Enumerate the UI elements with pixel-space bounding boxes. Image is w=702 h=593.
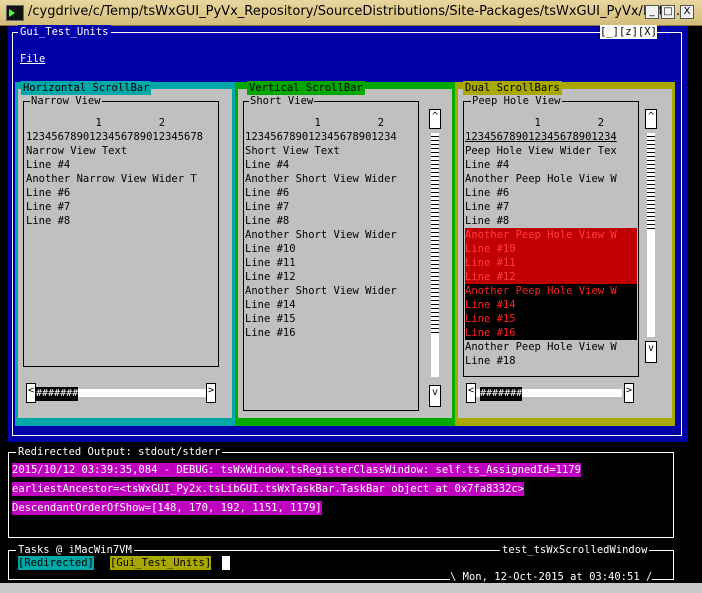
- window-title: /cygdrive/c/Temp/tsWxGUI_PyVx_Repository…: [28, 4, 685, 19]
- view-line: Narrow View Text: [26, 145, 128, 157]
- view-line: 1234567890123456789012345678: [26, 131, 204, 143]
- dual-scroll-left-button[interactable]: <: [466, 383, 476, 403]
- view-line: Line #14: [465, 298, 637, 312]
- peephole-view-title: Peep Hole View: [471, 94, 562, 108]
- view-line: Another Peep Hole View W: [465, 228, 637, 242]
- view-line: Another Peep Hole View W: [465, 341, 617, 353]
- scroll-right-button[interactable]: >: [206, 383, 216, 403]
- dual-horizontal-scroll-thumb[interactable]: #######: [480, 387, 523, 401]
- view-line: Line #7: [245, 201, 290, 213]
- horizontal-panel-body: Narrow View 1 2 1234567890123456789012345…: [18, 89, 232, 418]
- app-title: Gui_Test_Units: [18, 25, 111, 39]
- view-line: 123456789012345678901234: [245, 131, 397, 143]
- view-line: Another Short View Wider: [245, 173, 397, 185]
- view-line: Line #16: [465, 326, 637, 340]
- view-line: Another Short View Wider: [245, 285, 397, 297]
- scroll-up-button[interactable]: ^: [429, 109, 441, 129]
- taskbar-title: Tasks @ iMacWin7VM: [16, 543, 134, 557]
- terminal-icon: [6, 5, 24, 21]
- view-line: Line #8: [26, 215, 71, 227]
- view-line: Peep Hole View Wider Tex: [465, 145, 617, 157]
- dual-panel-body: Peep Hole View 1 2 1234567890123456789012…: [458, 89, 672, 418]
- view-line: Line #4: [245, 159, 290, 171]
- scroll-left-button[interactable]: <: [26, 383, 36, 403]
- view-line: Line #11: [245, 257, 296, 269]
- taskbar-cursor: [222, 556, 230, 570]
- short-view-title: Short View: [249, 94, 315, 108]
- view-line: Another Peep Hole View W: [465, 284, 637, 298]
- view-line: Line #4: [465, 159, 510, 171]
- output-log: 2015/10/12 03:39:35,084 - DEBUG: tsWxWin…: [12, 458, 581, 515]
- taskbar-app-name: test_tsWxScrolledWindow: [500, 543, 650, 557]
- short-view-content: 1 2 123456789012345678901234 Short View Te…: [245, 116, 417, 340]
- log-line: 2015/10/12 03:39:35,084 - DEBUG: tsWxWin…: [12, 463, 581, 477]
- close-button[interactable]: X: [680, 5, 694, 19]
- log-line: DescendantOrderOfShow=[148, 170, 192, 11…: [12, 501, 322, 515]
- horizontal-panel-title: Horizontal ScrollBar: [21, 81, 152, 95]
- minimize-button[interactable]: _: [645, 5, 659, 19]
- taskbar-button-gui-test-units[interactable]: [Gui_Test_Units]: [110, 556, 212, 570]
- view-line: Another Narrow View Wider T: [26, 173, 197, 185]
- view-line: Line #15: [245, 313, 296, 325]
- dual-scrollbars-panel: Peep Hole View 1 2 1234567890123456789012…: [455, 81, 675, 426]
- menu-file[interactable]: File: [20, 52, 45, 66]
- view-line: Line #8: [245, 215, 290, 227]
- view-line: Short View Text: [245, 145, 340, 157]
- view-line: 123456789012345678901234: [465, 131, 617, 143]
- maximize-button[interactable]: □: [661, 5, 675, 19]
- view-line: Another Peep Hole View W: [465, 173, 617, 185]
- view-line: Line #16: [245, 327, 296, 339]
- view-line: Line #14: [245, 299, 296, 311]
- dual-scroll-down-button[interactable]: v: [645, 341, 657, 363]
- scroll-down-button[interactable]: v: [429, 385, 441, 407]
- taskbar-button-redirected[interactable]: [Redirected]: [18, 556, 94, 570]
- log-line: earliestAncestor=<tsWxGUI_Py2x.tsLibGUI.…: [12, 482, 525, 496]
- narrow-view-content: 1 2 1234567890123456789012345678 Narrow Vi…: [26, 116, 218, 228]
- view-line: Another Short View Wider: [245, 229, 397, 241]
- view-line: Line #8: [465, 215, 510, 227]
- dual-scroll-right-button[interactable]: >: [624, 383, 634, 403]
- view-line: 1 2: [245, 117, 385, 129]
- dual-panel-title: Dual ScrollBars: [463, 81, 562, 95]
- view-line: Line #12: [465, 270, 637, 284]
- view-line: Line #6: [245, 187, 290, 199]
- dual-scroll-up-button[interactable]: ^: [645, 109, 657, 129]
- window-title-bar[interactable]: /cygdrive/c/Temp/tsWxGUI_PyVx_Repository…: [0, 0, 702, 26]
- output-title: Redirected Output: stdout/stderr: [16, 445, 223, 459]
- dual-vertical-scroll-thumb[interactable]: [647, 229, 655, 337]
- vertical-scroll-thumb[interactable]: [431, 333, 439, 377]
- view-line: Line #6: [465, 187, 510, 199]
- view-line: Line #7: [26, 201, 71, 213]
- view-line: Line #15: [465, 312, 637, 326]
- app-window-controls[interactable]: [_][z][X]: [600, 25, 657, 39]
- horizontal-scrollbar-panel: Narrow View 1 2 1234567890123456789012345…: [15, 81, 235, 426]
- view-line: 1 2: [465, 117, 605, 129]
- vertical-scrollbar-panel: Short View 1 2 123456789012345678901234 Sh…: [235, 81, 455, 426]
- view-line: 1 2: [26, 117, 166, 129]
- terminal-scrollbar[interactable]: [688, 26, 702, 593]
- view-line: Line #6: [26, 187, 71, 199]
- view-line: Line #4: [26, 159, 71, 171]
- view-line: Line #10: [465, 242, 637, 256]
- view-line: Line #10: [245, 243, 296, 255]
- horizontal-scroll-thumb[interactable]: #######: [36, 387, 79, 401]
- peephole-view-content: 1 2 123456789012345678901234 Peep Hole Vie…: [465, 116, 637, 368]
- narrow-view-title: Narrow View: [30, 94, 102, 108]
- taskbar-datetime: \ Mon, 12-Oct-2015 at 03:40:51 /: [450, 570, 653, 584]
- view-line: Line #12: [245, 271, 296, 283]
- vertical-panel-title: Vertical ScrollBar: [247, 81, 365, 95]
- vertical-panel-body: Short View 1 2 123456789012345678901234 Sh…: [238, 89, 452, 418]
- view-line: Line #11: [465, 256, 637, 270]
- window-bottom-edge: [0, 583, 702, 593]
- view-line: Line #7: [465, 201, 510, 213]
- view-line: Line #18: [465, 355, 516, 367]
